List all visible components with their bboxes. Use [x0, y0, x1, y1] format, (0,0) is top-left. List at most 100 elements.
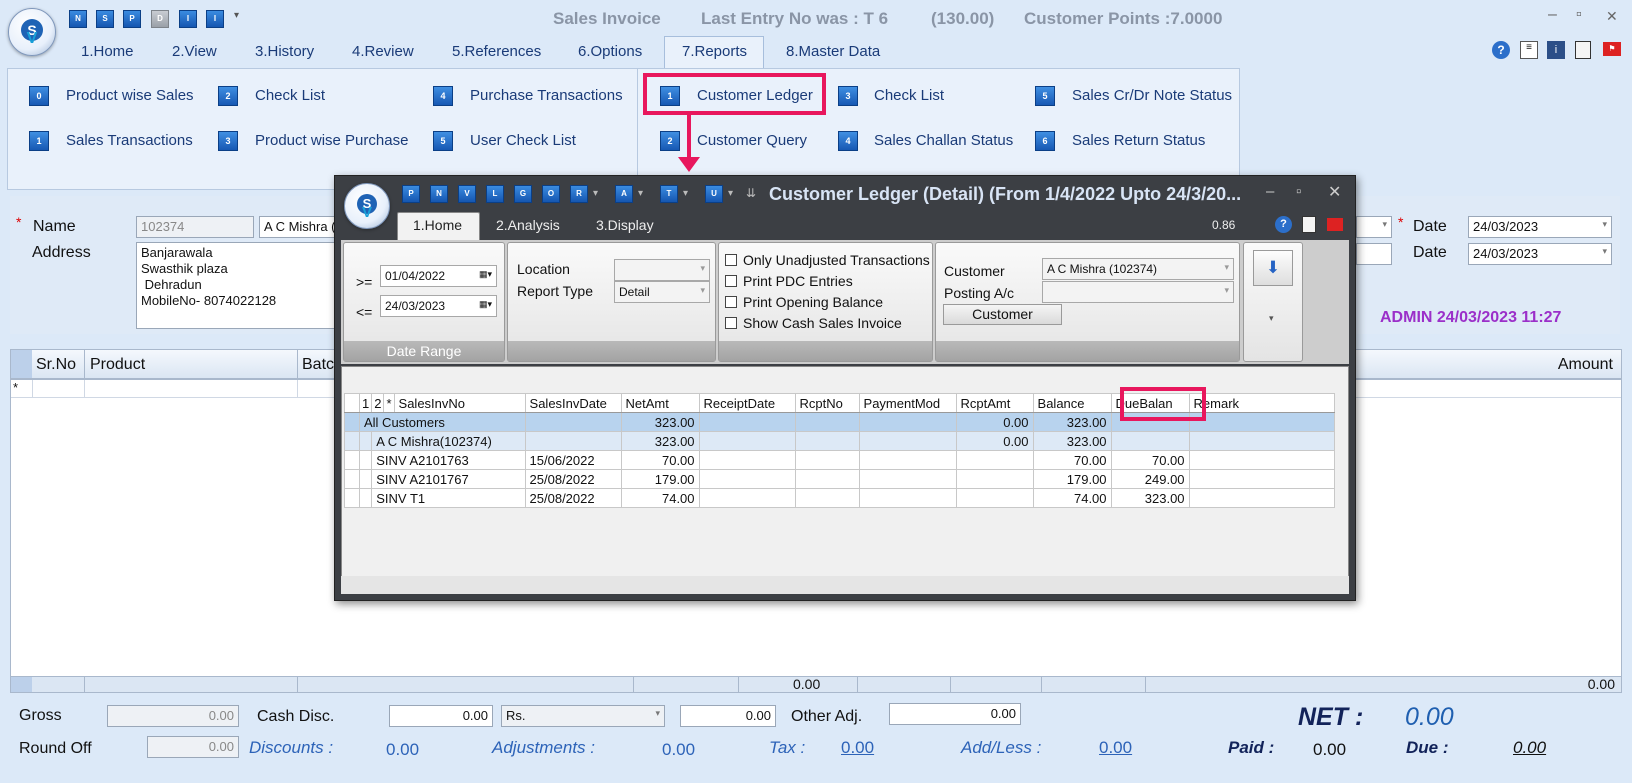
- dlg-template-icon[interactable]: T: [660, 185, 678, 203]
- col-product[interactable]: Product: [90, 356, 145, 374]
- cash-disc-input[interactable]: 0.00: [389, 705, 493, 727]
- print-opening-checkbox[interactable]: [725, 296, 737, 308]
- hidden-dropdown[interactable]: ▾: [1356, 216, 1392, 238]
- show-cash-sales-checkbox[interactable]: [725, 317, 737, 329]
- exit-icon[interactable]: ⚑: [1603, 42, 1621, 56]
- dlg-tab-display[interactable]: 3.Display: [596, 217, 654, 233]
- help-icon[interactable]: ?: [1492, 41, 1510, 59]
- calculator-icon[interactable]: [1575, 41, 1591, 59]
- only-unadjusted-checkbox[interactable]: [725, 254, 737, 266]
- quick-new-icon[interactable]: N: [69, 10, 87, 28]
- col-amount[interactable]: Amount: [1558, 356, 1613, 374]
- ledger-col-salesinvno[interactable]: SalesInvNo: [393, 393, 526, 413]
- dlg-tab-home[interactable]: 1.Home: [413, 217, 462, 233]
- quick-access-dropdown-icon[interactable]: ▾: [234, 10, 239, 21]
- ledger-col-star[interactable]: *: [383, 393, 395, 413]
- tab-references[interactable]: 5.References: [452, 43, 541, 60]
- ledger-col-level2[interactable]: 2: [371, 393, 385, 413]
- date-picker-2[interactable]: 24/03/2023 ▾: [1468, 243, 1612, 265]
- ledger-col-balance[interactable]: Balance: [1032, 393, 1112, 413]
- maximize-icon[interactable]: ▫: [1576, 6, 1582, 24]
- sales-crdr-note-status-link[interactable]: Sales Cr/Dr Note Status: [1072, 87, 1232, 104]
- dlg-help-icon[interactable]: ?: [1275, 216, 1292, 233]
- dlg-view-icon[interactable]: V: [458, 185, 476, 203]
- tab-master-data[interactable]: 8.Master Data: [786, 43, 880, 60]
- cash-disc-amount-input[interactable]: 0.00: [680, 705, 776, 727]
- tab-reports[interactable]: 7.Reports: [682, 43, 747, 60]
- close-icon[interactable]: ✕: [1606, 8, 1618, 25]
- date-picker-1[interactable]: 24/03/2023 ▾: [1468, 216, 1612, 238]
- addless-value[interactable]: 0.00: [1099, 738, 1132, 758]
- address-textarea[interactable]: Banjarawala Swasthik plaza Dehradun Mobi…: [136, 242, 336, 329]
- dlg-user-icon[interactable]: U: [705, 185, 723, 203]
- tab-options[interactable]: 6.Options: [578, 43, 642, 60]
- date-to-input[interactable]: 24/03/2023 ▦▾: [380, 295, 497, 317]
- dlg-graph-icon[interactable]: G: [514, 185, 532, 203]
- check-list-right-link[interactable]: Check List: [874, 87, 944, 104]
- dlg-calculator-icon[interactable]: [1302, 216, 1316, 233]
- quick-access-dropdown-icon[interactable]: ⇊: [746, 186, 756, 200]
- quick-info-icon[interactable]: I: [179, 10, 197, 28]
- customer-button[interactable]: Customer: [943, 304, 1062, 325]
- ledger-col-rcptno[interactable]: RcptNo: [794, 393, 860, 413]
- other-adj-input[interactable]: 0.00: [889, 703, 1021, 725]
- ledger-row[interactable]: SINV A2101767 25/08/2022 179.00 179.00 2…: [344, 469, 1336, 489]
- ledger-col-remark[interactable]: Remark: [1188, 393, 1336, 413]
- quick-save-icon[interactable]: S: [96, 10, 114, 28]
- dlg-close-icon[interactable]: ✕: [1328, 182, 1341, 202]
- posting-select[interactable]: ▾: [1042, 281, 1234, 303]
- product-wise-purchase-link[interactable]: Product wise Purchase: [255, 132, 408, 149]
- ledger-col-netamt[interactable]: NetAmt: [620, 393, 700, 413]
- customer-name-input[interactable]: A C Mishra (: [259, 216, 337, 238]
- dlg-new-icon[interactable]: N: [430, 185, 448, 203]
- check-list-link[interactable]: Check List: [255, 87, 325, 104]
- ledger-col-rcptamt[interactable]: RcptAmt: [955, 393, 1034, 413]
- sales-challan-status-link[interactable]: Sales Challan Status: [874, 132, 1013, 149]
- dlg-tab-analysis[interactable]: 2.Analysis: [496, 217, 560, 233]
- dlg-exit-icon[interactable]: [1327, 218, 1343, 231]
- chevron-down-icon[interactable]: ▾: [593, 188, 598, 199]
- ledger-col-salesinvdate[interactable]: SalesInvDate: [524, 393, 622, 413]
- dlg-list-icon[interactable]: L: [486, 185, 504, 203]
- dlg-minimize-icon[interactable]: –: [1266, 183, 1274, 200]
- quick-print-icon[interactable]: P: [123, 10, 141, 28]
- dlg-refresh-icon[interactable]: R: [570, 185, 588, 203]
- customer-select[interactable]: A C Mishra (102374) ▾: [1042, 258, 1234, 280]
- ledger-col-level1[interactable]: 1: [358, 393, 373, 413]
- chevron-down-icon[interactable]: ▾: [638, 188, 643, 199]
- quick-info2-icon[interactable]: I: [206, 10, 224, 28]
- tax-value[interactable]: 0.00: [841, 738, 874, 758]
- customer-query-link[interactable]: Customer Query: [697, 132, 807, 149]
- date-from-input[interactable]: 01/04/2022 ▦▾: [380, 265, 497, 287]
- quick-delete-icon[interactable]: D: [151, 10, 169, 28]
- dlg-print-icon[interactable]: P: [402, 185, 420, 203]
- ledger-customer-row[interactable]: A C Mishra(102374) 323.00 0.00 323.00: [344, 431, 1336, 451]
- settings-icon[interactable]: ≡: [1520, 41, 1538, 59]
- location-select[interactable]: ▾: [614, 259, 710, 281]
- product-wise-sales-link[interactable]: Product wise Sales: [66, 87, 194, 104]
- sales-return-status-link[interactable]: Sales Return Status: [1072, 132, 1205, 149]
- purchase-transactions-link[interactable]: Purchase Transactions: [470, 87, 623, 104]
- tab-history[interactable]: 3.History: [255, 43, 314, 60]
- dlg-analysis-icon[interactable]: A: [615, 185, 633, 203]
- ledger-row[interactable]: SINV A2101763 15/06/2022 70.00 70.00 70.…: [344, 450, 1336, 470]
- user-check-list-link[interactable]: User Check List: [470, 132, 576, 149]
- sales-transactions-link[interactable]: Sales Transactions: [66, 132, 193, 149]
- download-arrow-icon[interactable]: ⬇: [1253, 250, 1293, 286]
- user-icon[interactable]: i: [1547, 41, 1565, 59]
- tab-home[interactable]: 1.Home: [81, 43, 134, 60]
- chevron-down-icon[interactable]: ▾: [1269, 313, 1274, 324]
- hidden-input[interactable]: [1356, 243, 1392, 265]
- report-type-select[interactable]: Detail ▾: [614, 281, 710, 303]
- minimize-icon[interactable]: –: [1548, 6, 1557, 24]
- cash-disc-unit-select[interactable]: Rs. ▾: [501, 705, 665, 727]
- dlg-maximize-icon[interactable]: ▫: [1296, 183, 1301, 200]
- print-pdc-checkbox[interactable]: [725, 275, 737, 287]
- customer-code-input[interactable]: 102374: [136, 216, 254, 238]
- chevron-down-icon[interactable]: ▾: [728, 188, 733, 199]
- ledger-row[interactable]: SINV T1 25/08/2022 74.00 74.00 323.00: [344, 488, 1336, 508]
- ledger-col-receiptdate[interactable]: ReceiptDate: [698, 393, 796, 413]
- col-batch[interactable]: Batc: [302, 356, 334, 374]
- dlg-options-icon[interactable]: O: [542, 185, 560, 203]
- ledger-col-paymentmod[interactable]: PaymentMod: [858, 393, 957, 413]
